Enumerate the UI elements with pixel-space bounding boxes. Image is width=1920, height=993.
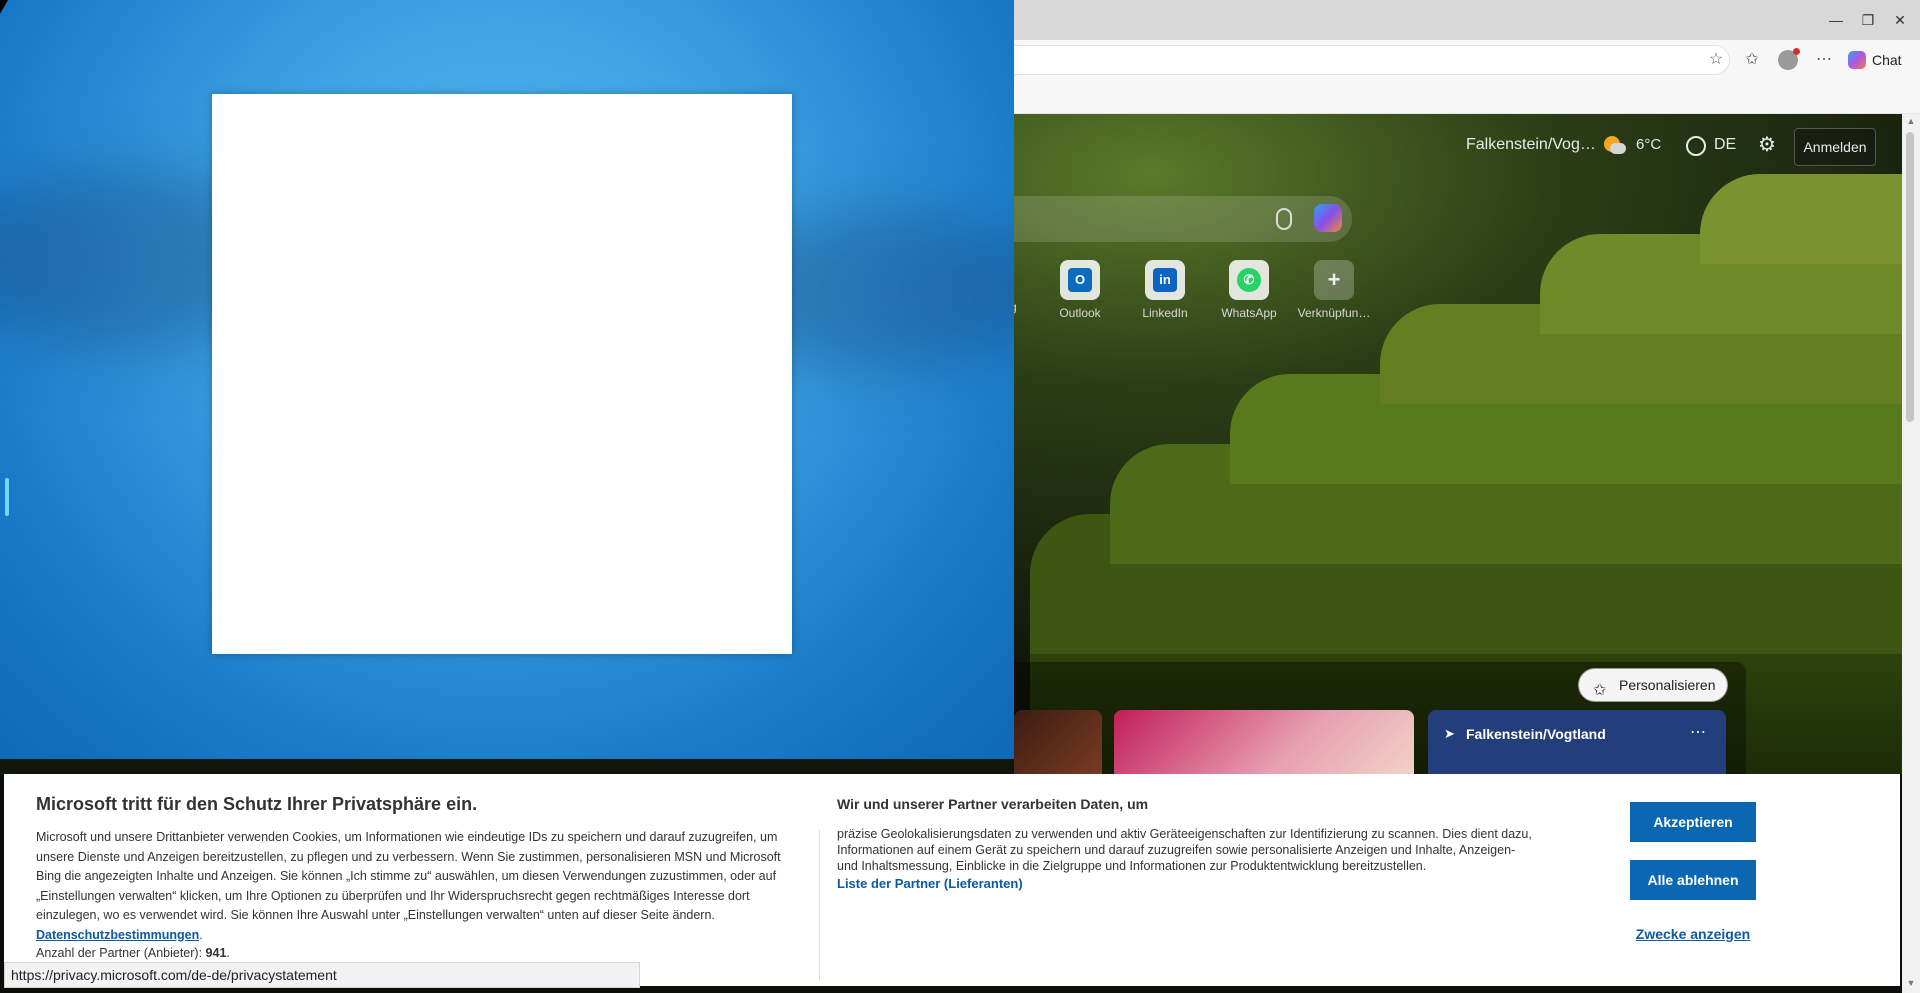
microphone-icon[interactable] xyxy=(1276,208,1292,230)
shortcut-label: Verknüpfun… xyxy=(1297,306,1371,320)
personalize-icon: ✩ xyxy=(1593,682,1607,699)
shortcut-linkedin[interactable]: in LinkedIn xyxy=(1123,260,1207,320)
shortcut-label: WhatsApp xyxy=(1221,306,1277,320)
partner-count-label: Anzahl der Partner (Anbieter): xyxy=(36,946,203,960)
snap-resize-handle[interactable] xyxy=(5,478,9,516)
reject-all-button[interactable]: Alle ablehnen xyxy=(1630,860,1756,900)
shortcut-add[interactable]: + Verknüpfun… xyxy=(1292,260,1376,320)
copilot-icon[interactable] xyxy=(1314,204,1342,232)
chat-button[interactable]: Chat xyxy=(1842,47,1914,73)
weather-temperature[interactable]: 6°C xyxy=(1636,136,1661,153)
status-url: https://privacy.microsoft.com/de-de/priv… xyxy=(4,962,640,988)
consent-title: Microsoft tritt für den Schutz Ihrer Pri… xyxy=(36,794,478,814)
consent-body: Microsoft und unsere Drittanbieter verwe… xyxy=(36,830,781,942)
shortcut-label: LinkedIn xyxy=(1142,306,1188,320)
favorite-star-icon[interactable]: ☆ xyxy=(1704,48,1728,72)
accept-button[interactable]: Akzeptieren xyxy=(1630,802,1756,842)
search-input[interactable] xyxy=(1014,196,1352,242)
show-purposes-link[interactable]: Zwecke anzeigen xyxy=(1630,926,1756,942)
language-selector[interactable]: DE xyxy=(1714,136,1736,154)
address-bar[interactable] xyxy=(1000,45,1730,75)
blank-content-card xyxy=(212,94,792,654)
more-icon[interactable]: ⋯ xyxy=(1812,48,1836,72)
globe-icon xyxy=(1686,136,1706,156)
cookie-consent-banner: Microsoft tritt für den Schutz Ihrer Pri… xyxy=(4,774,1900,986)
shortcut-outlook[interactable]: O Outlook xyxy=(1038,260,1122,320)
add-icon: + xyxy=(1327,267,1341,292)
mouse-cursor-icon xyxy=(0,0,8,14)
profile-icon[interactable] xyxy=(1776,48,1800,72)
partner-count-value: 941 xyxy=(205,946,227,960)
processing-body: präzise Geolokalisierungsdaten zu verwen… xyxy=(837,827,1532,873)
shortcut-label: Outlook xyxy=(1059,306,1101,320)
news-card[interactable] xyxy=(1114,710,1414,774)
consent-body-text: Microsoft und unsere Drittanbieter verwe… xyxy=(36,830,781,922)
minimize-button[interactable]: — xyxy=(1824,10,1848,30)
weather-location[interactable]: Falkenstein/Vog… xyxy=(1466,136,1596,154)
shortcut-whatsapp[interactable]: ✆ WhatsApp xyxy=(1207,260,1291,320)
whatsapp-icon: ✆ xyxy=(1237,268,1261,292)
copilot-icon xyxy=(1848,51,1866,69)
news-card[interactable] xyxy=(1014,710,1102,774)
more-icon[interactable]: ⋯ xyxy=(1690,722,1706,742)
linkedin-icon: in xyxy=(1153,268,1177,292)
processing-title: Wir und unserer Partner verarbeiten Date… xyxy=(837,796,1149,812)
signin-button[interactable]: Anmelden xyxy=(1794,128,1876,166)
snapped-window xyxy=(0,0,1014,759)
chat-label: Chat xyxy=(1872,52,1902,68)
partner-count: Anzahl der Partner (Anbieter): 941. xyxy=(36,946,230,960)
partner-list-link[interactable]: Liste der Partner (Lieferanten) xyxy=(837,876,1023,891)
divider xyxy=(819,830,820,980)
gear-icon[interactable]: ⚙ xyxy=(1756,134,1778,156)
outlook-icon: O xyxy=(1068,268,1092,292)
weather-icon xyxy=(1604,134,1626,156)
weather-card-location: Falkenstein/Vogtland xyxy=(1466,726,1606,742)
close-button[interactable]: ✕ xyxy=(1888,10,1912,30)
restore-button[interactable]: ❐ xyxy=(1856,10,1880,30)
personalize-label: Personalisieren xyxy=(1619,677,1716,693)
weather-card[interactable]: ➤ Falkenstein/Vogtland ⋯ xyxy=(1428,710,1726,774)
privacy-link[interactable]: Datenschutzbestimmungen xyxy=(36,928,199,942)
personalize-button[interactable]: ✩ Personalisieren xyxy=(1578,668,1728,702)
location-arrow-icon: ➤ xyxy=(1444,726,1455,741)
scrollbar-thumb[interactable] xyxy=(1906,132,1914,422)
scroll-down-icon[interactable]: ▼ xyxy=(1906,978,1916,988)
favorites-icon[interactable]: ✩ xyxy=(1740,48,1764,72)
scroll-up-icon[interactable]: ▲ xyxy=(1906,116,1916,126)
